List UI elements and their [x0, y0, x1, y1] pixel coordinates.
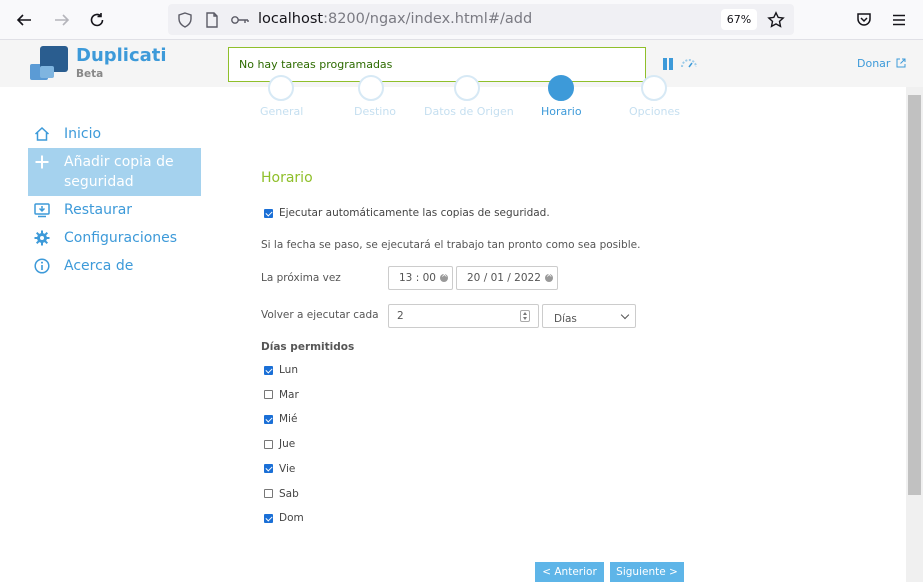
- pause-icon[interactable]: [663, 58, 674, 70]
- next-button[interactable]: Siguiente >: [610, 562, 684, 582]
- previous-button[interactable]: < Anterior: [535, 562, 604, 582]
- sidebar-item-about[interactable]: Acerca de: [28, 252, 201, 280]
- day-checkbox[interactable]: [264, 365, 273, 375]
- sidebar-item-label: Configuraciones: [64, 230, 178, 246]
- donate-link[interactable]: Donar: [857, 57, 906, 70]
- sidebar-item-label: Inicio: [64, 126, 102, 142]
- day-label[interactable]: Vie: [279, 463, 295, 475]
- restore-icon: [34, 203, 50, 218]
- back-button[interactable]: [12, 8, 36, 32]
- number-spinner-icon[interactable]: [520, 310, 530, 322]
- home-icon: [34, 126, 50, 141]
- sidebar-item-restore[interactable]: Restaurar: [28, 196, 201, 224]
- day-row-mar: Mar: [264, 389, 299, 401]
- day-row-jue: Jue: [264, 438, 295, 450]
- next-run-label: La próxima vez: [261, 272, 341, 284]
- day-row-lun: Lun: [264, 364, 298, 376]
- sidebar-item-add-backup[interactable]: Añadir copia de seguridad: [28, 148, 201, 196]
- status-message: No hay tareas programadas: [228, 47, 646, 82]
- wizard-steps: General Destino Datos de Origen Horario …: [240, 75, 700, 123]
- bookmark-star-icon[interactable]: [767, 11, 785, 29]
- zoom-level-badge[interactable]: 67%: [721, 9, 757, 30]
- step-label-destino[interactable]: Destino: [354, 105, 396, 118]
- sidebar-item-label: Acerca de: [64, 258, 134, 274]
- back-arrow-icon: [16, 14, 31, 26]
- step-label-horario[interactable]: Horario: [541, 105, 582, 118]
- day-label[interactable]: Lun: [279, 364, 298, 376]
- day-checkbox[interactable]: [264, 439, 273, 449]
- repeat-label: Volver a ejecutar cada: [261, 309, 379, 321]
- next-time-input[interactable]: 13 : 00: [388, 266, 453, 290]
- day-row-mié: Mié: [264, 413, 297, 425]
- day-row-dom: Dom: [264, 512, 304, 524]
- forward-button[interactable]: [50, 8, 74, 32]
- pocket-button[interactable]: [852, 8, 876, 32]
- auto-run-row: Ejecutar automáticamente las copias de s…: [264, 207, 550, 219]
- day-checkbox[interactable]: [264, 390, 273, 400]
- gear-icon: [34, 230, 50, 246]
- day-checkbox[interactable]: [264, 513, 273, 523]
- step-circle-destino[interactable]: [358, 75, 384, 101]
- step-circle-opciones[interactable]: [641, 75, 667, 101]
- section-title: Horario: [261, 170, 313, 186]
- step-label-general[interactable]: General: [260, 105, 303, 118]
- reload-button[interactable]: [85, 8, 109, 32]
- page-scrollbar[interactable]: [906, 87, 923, 582]
- day-label[interactable]: Dom: [279, 512, 304, 524]
- app-name[interactable]: Duplicati: [76, 45, 167, 66]
- info-icon: [34, 258, 50, 274]
- external-link-icon: [896, 58, 906, 68]
- pocket-icon: [857, 13, 871, 26]
- auto-run-label[interactable]: Ejecutar automáticamente las copias de s…: [279, 207, 550, 219]
- step-circle-origen[interactable]: [454, 75, 480, 101]
- step-label-origen[interactable]: Datos de Origen: [424, 105, 514, 118]
- key-icon[interactable]: [230, 11, 250, 29]
- url-bar[interactable]: localhost:8200/ngax/index.html#/add 67%: [168, 4, 794, 35]
- day-row-vie: Vie: [264, 463, 295, 475]
- menu-button[interactable]: [887, 8, 911, 32]
- page-icon[interactable]: [203, 11, 221, 29]
- day-checkbox[interactable]: [264, 464, 273, 474]
- day-label[interactable]: Mié: [279, 413, 297, 425]
- day-label[interactable]: Mar: [279, 389, 299, 401]
- day-label[interactable]: Sab: [279, 488, 299, 500]
- app-channel: Beta: [76, 68, 104, 80]
- shield-icon[interactable]: [176, 11, 194, 29]
- day-checkbox[interactable]: [264, 489, 273, 498]
- plus-icon: [35, 155, 49, 169]
- day-label[interactable]: Jue: [279, 438, 295, 450]
- scrollbar-thumb[interactable]: [908, 95, 921, 495]
- sidebar-item-inicio[interactable]: Inicio: [28, 120, 201, 148]
- auto-run-checkbox[interactable]: [264, 208, 273, 218]
- clear-time-icon[interactable]: [439, 270, 448, 282]
- browser-toolbar: localhost:8200/ngax/index.html#/add 67%: [0, 0, 923, 40]
- step-circle-horario[interactable]: [548, 75, 574, 101]
- repeat-unit-select[interactable]: Días: [542, 304, 636, 328]
- sidebar-item-settings[interactable]: Configuraciones: [28, 224, 201, 252]
- next-date-input[interactable]: 20 / 01 / 2022: [456, 266, 558, 290]
- repeat-interval-input[interactable]: 2: [388, 304, 539, 328]
- step-label-opciones[interactable]: Opciones: [629, 105, 680, 118]
- chevron-down-icon: [620, 310, 630, 320]
- day-row-sab: Sab: [264, 488, 299, 500]
- hamburger-menu-icon: [893, 14, 905, 26]
- day-checkbox[interactable]: [264, 414, 273, 424]
- step-circle-general[interactable]: [268, 75, 294, 101]
- url-text[interactable]: localhost:8200/ngax/index.html#/add: [258, 11, 532, 27]
- duplicati-logo-icon: [30, 46, 68, 80]
- clear-date-icon[interactable]: [544, 270, 553, 282]
- sidebar-item-label: Restaurar: [64, 202, 133, 218]
- reload-icon: [90, 13, 104, 27]
- throttle-icon[interactable]: [680, 57, 698, 69]
- forward-arrow-icon: [55, 14, 70, 26]
- allowed-days-title: Días permitidos: [261, 341, 355, 353]
- schedule-hint: Si la fecha se paso, se ejecutará el tra…: [261, 239, 641, 251]
- sidebar-nav: Inicio Añadir copia de seguridad Restaur…: [28, 120, 201, 280]
- sidebar-item-label: Añadir copia de seguridad: [64, 154, 174, 190]
